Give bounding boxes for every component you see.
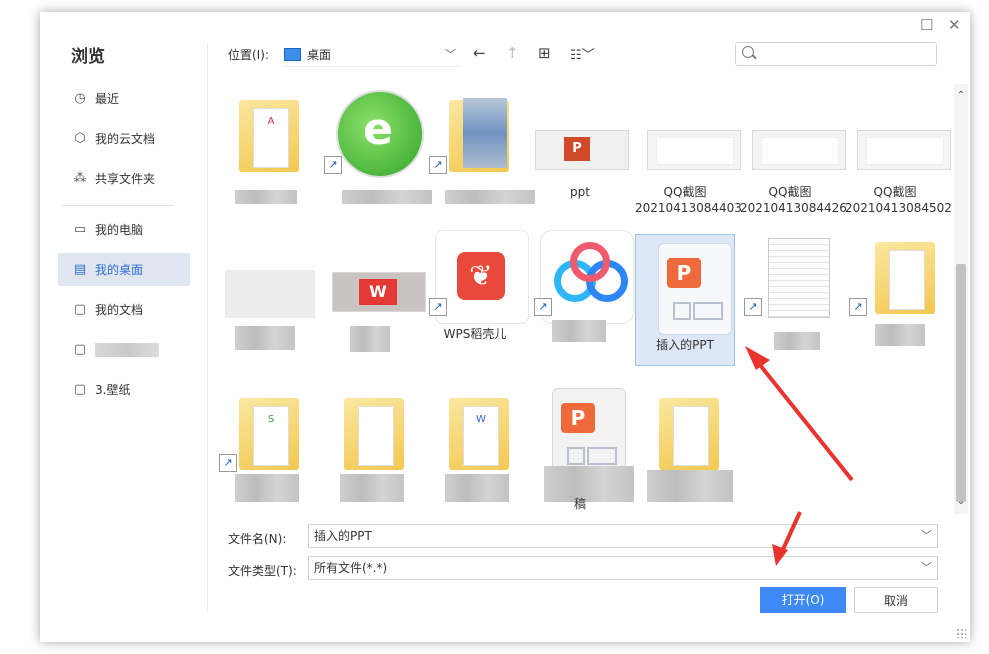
- annotation-arrow-to-selected-file: [745, 346, 854, 482]
- annotation-arrow-to-open-button: [772, 511, 802, 566]
- annotation-arrows: [745, 346, 854, 566]
